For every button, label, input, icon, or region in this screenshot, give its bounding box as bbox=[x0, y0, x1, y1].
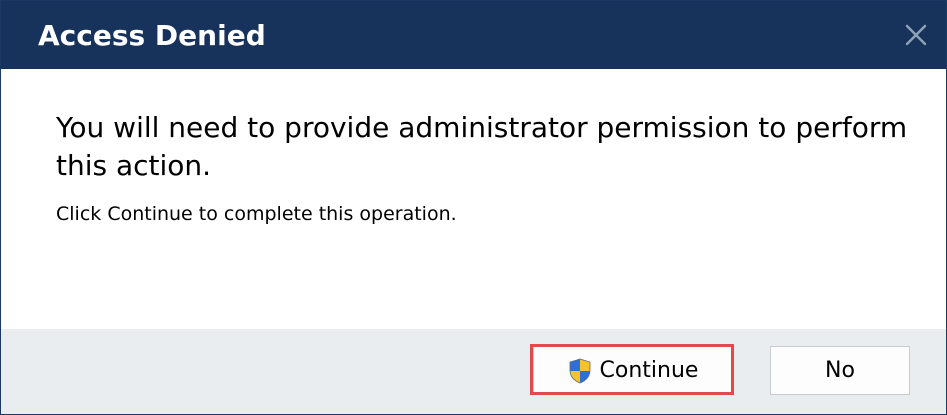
close-button[interactable] bbox=[902, 21, 930, 49]
uac-shield-icon bbox=[569, 358, 590, 383]
dialog-title: Access Denied bbox=[38, 19, 266, 52]
close-icon bbox=[905, 24, 927, 46]
no-button[interactable]: No bbox=[770, 346, 910, 395]
dialog-content: You will need to provide administrator p… bbox=[1, 69, 946, 329]
dialog-footer: Continue No bbox=[1, 329, 946, 414]
access-denied-dialog: Access Denied You will need to provide a… bbox=[0, 0, 947, 415]
no-label: No bbox=[825, 358, 855, 383]
continue-label: Continue bbox=[599, 358, 699, 383]
sub-message: Click Continue to complete this operatio… bbox=[56, 203, 457, 225]
continue-button[interactable]: Continue bbox=[533, 346, 733, 395]
title-bar: Access Denied bbox=[1, 1, 946, 69]
main-message: You will need to provide administrator p… bbox=[56, 111, 908, 182]
